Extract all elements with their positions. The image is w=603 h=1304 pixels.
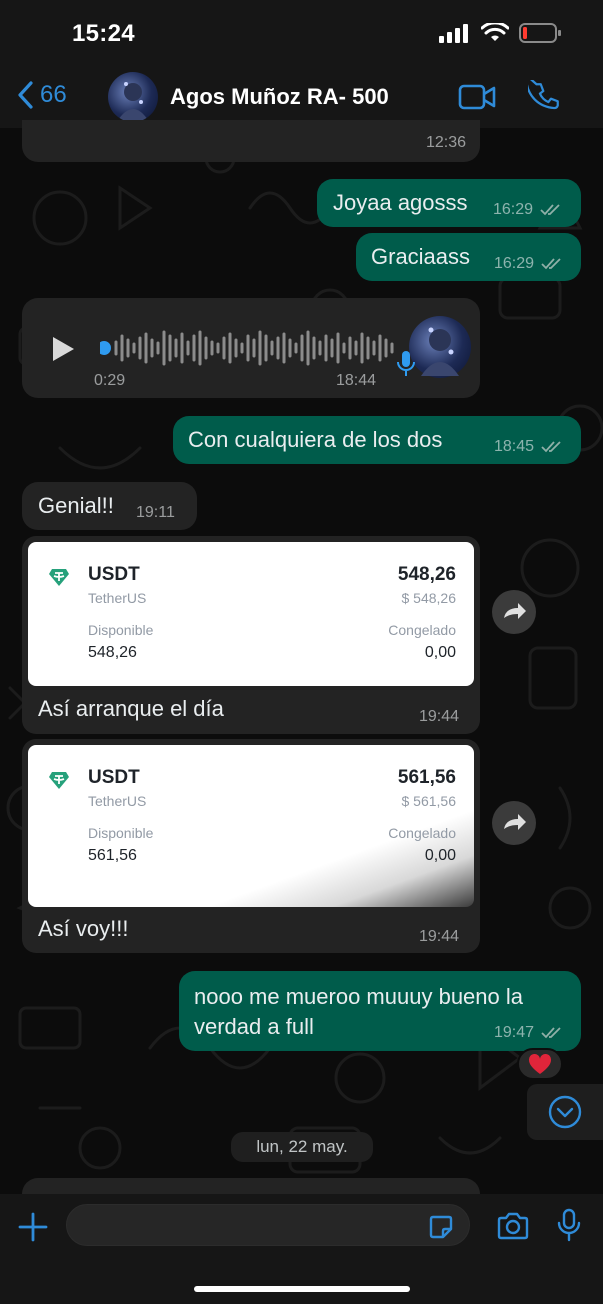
message-meta: 18:45 — [494, 438, 563, 456]
home-indicator — [194, 1286, 410, 1292]
play-icon[interactable] — [50, 336, 76, 362]
contact-name[interactable]: Agos Muñoz RA- 500 — [170, 84, 389, 110]
coin-name: TetherUS — [88, 793, 147, 809]
voice-duration: 0:29 — [94, 372, 126, 389]
message-time: 19:44 — [419, 928, 460, 945]
frozen-label: Congelado — [388, 622, 456, 638]
voice-sender-avatar — [409, 316, 471, 378]
message-incoming[interactable]: Genial!! 19:11 — [22, 482, 197, 530]
available-label: Disponible — [88, 622, 154, 638]
frozen-value: 0,00 — [424, 847, 456, 864]
message-time: 16:29 — [494, 255, 535, 272]
chevron-left-icon — [18, 81, 33, 109]
image-message[interactable]: USDT TetherUS 561,56 $ 561,56 Disponible… — [22, 739, 480, 953]
microphone-icon — [397, 351, 415, 376]
message-text: Graciaass — [371, 244, 471, 269]
message-time: 16:29 — [493, 201, 534, 218]
wifi-icon — [481, 23, 509, 41]
cellular-signal-icon — [439, 24, 468, 43]
forward-button[interactable] — [492, 801, 536, 845]
message-text: Genial!! — [38, 493, 114, 518]
message-meta: 16:29 — [494, 255, 563, 273]
message-text: Joyaa agosss — [333, 190, 468, 215]
back-button[interactable]: 66 — [16, 80, 67, 110]
image-message[interactable]: USDT TetherUS 548,26 $ 548,26 Disponible… — [22, 536, 480, 734]
message-outgoing[interactable]: Graciaass 16:29 — [356, 233, 581, 281]
available-value: 561,56 — [88, 847, 137, 864]
phone-call-icon[interactable] — [528, 80, 560, 112]
message-meta: 19:47 — [494, 1024, 563, 1042]
message-time: 18:45 — [494, 438, 535, 455]
date-separator: lun, 22 may. — [231, 1132, 373, 1162]
read-ticks-icon — [540, 441, 561, 453]
contact-avatar[interactable] — [108, 72, 158, 122]
sticker-icon[interactable] — [428, 1214, 454, 1240]
message-outgoing[interactable]: nooo me mueroo muuuy bueno la verdad a f… — [179, 971, 581, 1051]
coin-name: TetherUS — [88, 590, 147, 606]
chevron-down-circle-icon — [548, 1095, 582, 1129]
forward-icon — [504, 814, 526, 830]
microphone-icon[interactable] — [556, 1208, 582, 1242]
read-ticks-icon — [539, 204, 560, 216]
image-caption: Así voy!!! — [38, 916, 129, 941]
message-text-line-2: verdad a full — [194, 1014, 314, 1039]
scroll-to-bottom-button[interactable] — [527, 1084, 603, 1140]
tether-icon — [49, 772, 69, 789]
message-outgoing[interactable]: Joyaa agosss 16:29 — [317, 179, 581, 227]
heart-icon — [528, 1053, 552, 1074]
message-input[interactable] — [66, 1204, 470, 1246]
wallet-screenshot[interactable]: USDT TetherUS 561,56 $ 561,56 Disponible… — [28, 745, 474, 907]
tether-icon — [49, 569, 69, 586]
unread-count: 66 — [40, 81, 67, 108]
available-label: Disponible — [88, 825, 154, 841]
message-text-line-1: nooo me mueroo muuuy bueno la — [194, 984, 523, 1009]
chat-header: 66 Agos Muñoz RA- 500 — [0, 66, 603, 128]
camera-icon[interactable] — [496, 1212, 530, 1240]
frozen-value: 0,00 — [424, 644, 456, 661]
voice-message[interactable]: 0:29 18:44 — [22, 298, 480, 398]
message-meta: 16:29 — [493, 201, 562, 219]
video-call-icon[interactable] — [458, 84, 496, 110]
battery-icon — [519, 23, 561, 43]
forward-icon — [504, 603, 526, 619]
frozen-label: Congelado — [388, 825, 456, 841]
waveform[interactable] — [100, 328, 400, 368]
read-ticks-icon — [540, 1027, 561, 1039]
message-time: 19:47 — [494, 1024, 535, 1041]
message-time: 19:44 — [419, 708, 460, 725]
reaction-badge[interactable] — [517, 1048, 563, 1080]
status-icons — [439, 22, 563, 44]
coin-amount: 561,56 — [397, 767, 456, 788]
coin-amount: 548,26 — [397, 564, 456, 585]
status-bar: 15:24 — [0, 0, 603, 66]
message-outgoing[interactable]: Con cualquiera de los dos 18:45 — [173, 416, 581, 464]
coin-symbol: USDT — [88, 564, 140, 585]
message-time: 19:11 — [136, 504, 175, 521]
avatar-image — [421, 327, 459, 376]
read-ticks-icon — [540, 258, 561, 270]
image-caption: Así arranque el día — [38, 696, 224, 721]
message-text: Con cualquiera de los dos — [188, 427, 443, 452]
message-time: 12:36 — [425, 134, 466, 151]
message-incoming[interactable]: 12:36 — [22, 120, 480, 162]
wallet-screenshot[interactable]: USDT TetherUS 548,26 $ 548,26 Disponible… — [28, 542, 474, 686]
coin-symbol: USDT — [88, 767, 140, 788]
plus-icon[interactable] — [16, 1210, 50, 1244]
message-input-bar — [0, 1194, 603, 1304]
available-value: 548,26 — [88, 644, 137, 661]
status-time: 15:24 — [72, 20, 135, 47]
avatar-image — [118, 82, 148, 120]
forward-button[interactable] — [492, 590, 536, 634]
coin-fiat-value: $ 561,56 — [401, 793, 457, 809]
coin-fiat-value: $ 548,26 — [401, 590, 457, 606]
message-time: 18:44 — [336, 372, 377, 389]
